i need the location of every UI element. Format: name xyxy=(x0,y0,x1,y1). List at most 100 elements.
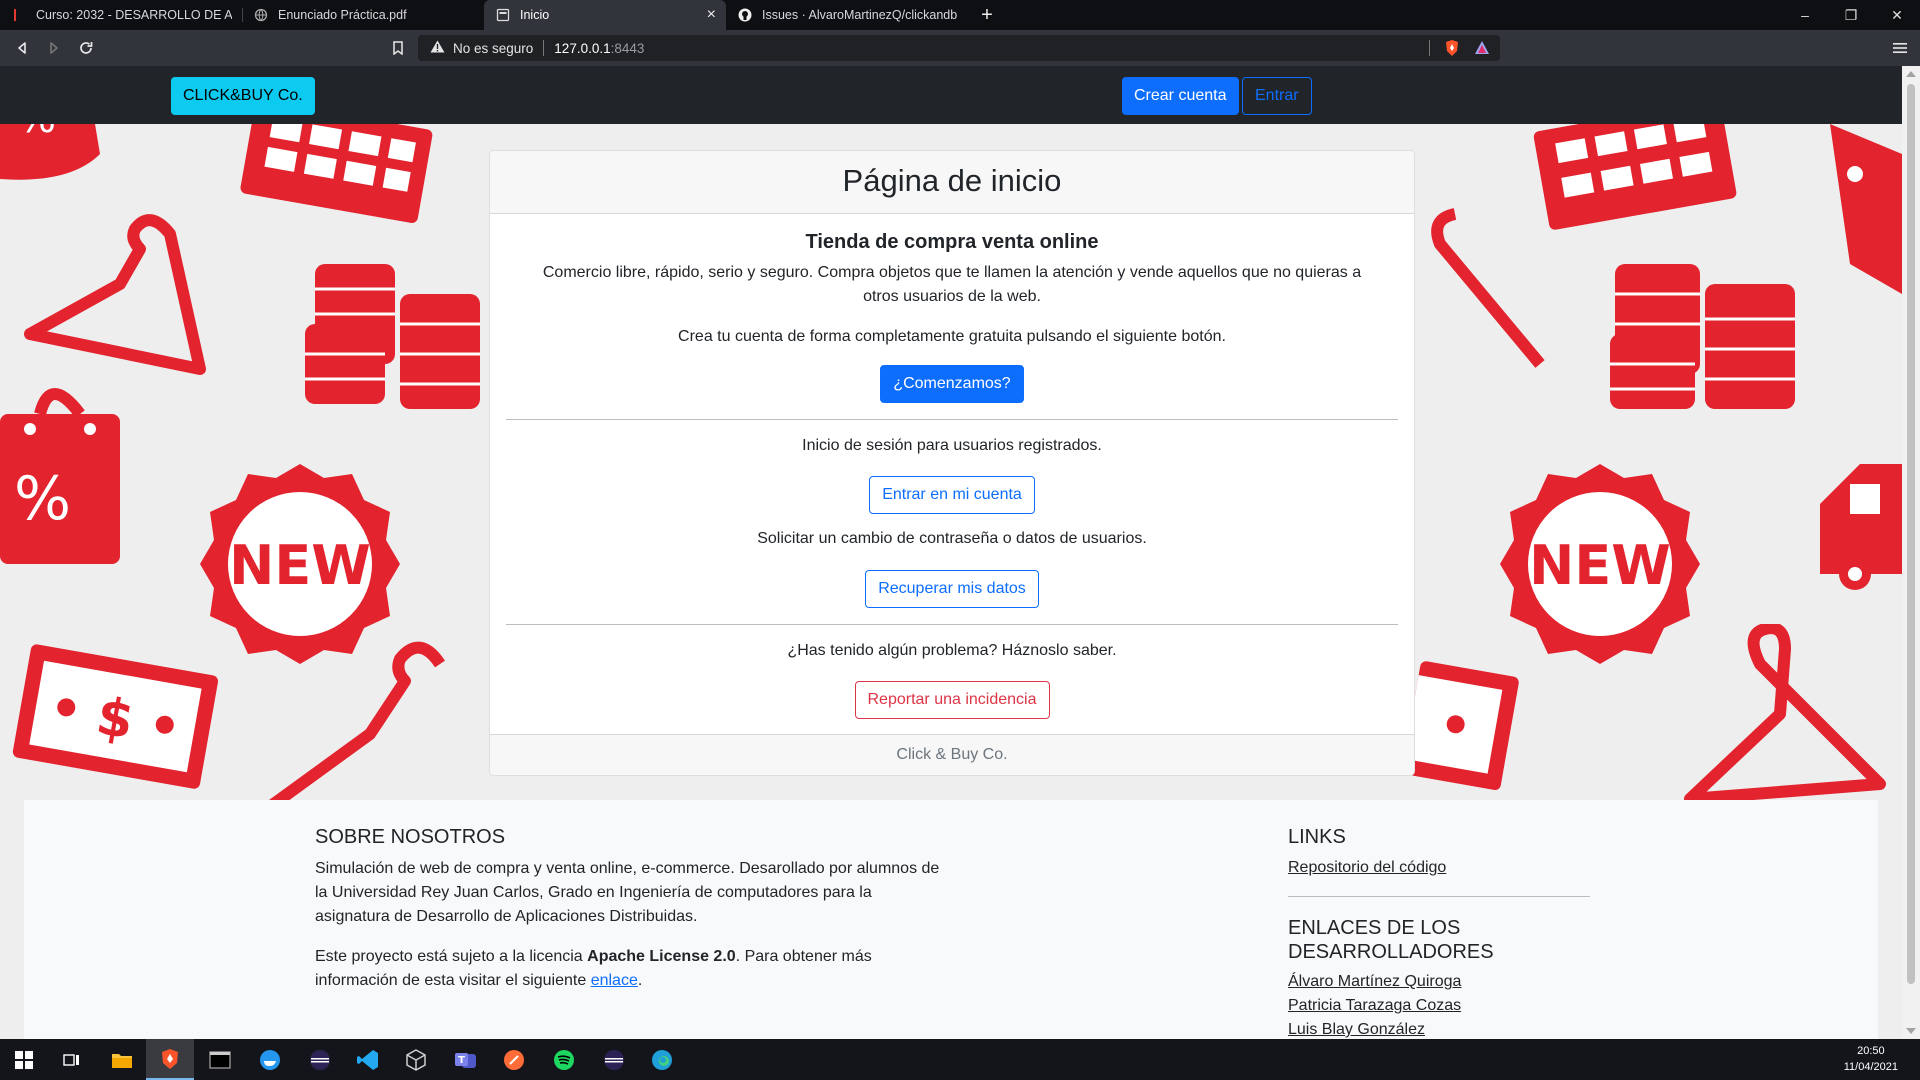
url-host: 127.0.0.1 xyxy=(554,40,611,56)
bookmark-icon[interactable] xyxy=(388,38,408,58)
links-title: LINKS xyxy=(1288,826,1346,848)
price-tag-icon xyxy=(1830,124,1902,294)
back-icon[interactable] xyxy=(12,38,32,58)
system-clock[interactable]: 20:50 11/04/2021 xyxy=(1844,1043,1898,1075)
forward-icon[interactable] xyxy=(44,38,64,58)
svg-text:%: % xyxy=(18,124,56,142)
brave-shield-icon[interactable] xyxy=(1444,39,1460,60)
scroll-down-icon[interactable] xyxy=(1906,1028,1916,1034)
spotify-icon[interactable] xyxy=(540,1039,588,1080)
brave-browser-icon[interactable] xyxy=(146,1039,194,1080)
hanger-icon xyxy=(1684,624,1886,805)
login-text: Inicio de sesión para usuarios registrad… xyxy=(802,437,1102,454)
grid-icon xyxy=(240,124,433,223)
dev-link[interactable]: Álvaro Martínez Quiroga xyxy=(1288,973,1461,991)
recover-data-button[interactable]: Recuperar mis datos xyxy=(865,570,1039,608)
file-explorer-icon[interactable] xyxy=(98,1039,146,1080)
teams-icon[interactable]: T xyxy=(442,1039,490,1080)
scroll-up-icon[interactable] xyxy=(1906,71,1916,77)
home-card: Página de inicio Tienda de compra venta … xyxy=(489,150,1415,776)
security-label: No es seguro xyxy=(453,40,534,56)
window-controls: – ❐ ✕ xyxy=(1782,0,1920,30)
task-view-icon[interactable] xyxy=(48,1039,96,1080)
brave-rewards-icon[interactable] xyxy=(1474,40,1490,58)
license-name: Apache License 2.0 xyxy=(587,948,736,965)
tab-issues[interactable]: Issues · AlvaroMartinezQ/clickandbuy xyxy=(726,0,968,30)
coins-icon xyxy=(1610,264,1795,409)
minimize-icon[interactable]: – xyxy=(1782,0,1828,30)
license-link[interactable]: enlace xyxy=(591,972,638,989)
page-icon xyxy=(496,8,510,22)
grid-icon xyxy=(1533,124,1737,230)
links-divider xyxy=(1288,896,1590,897)
store-description: Comercio libre, rápido, serio y seguro. … xyxy=(542,264,1362,305)
start-button[interactable]: ¿Comenzamos? xyxy=(880,365,1024,403)
problem-text: ¿Has tenido algún problema? Háznoslo sab… xyxy=(787,642,1117,659)
windows-taskbar: T 20:50 11/04/2021 xyxy=(0,1039,1920,1080)
login-button[interactable]: Entrar xyxy=(1242,77,1312,115)
ticket-icon: $ xyxy=(12,644,219,789)
terminal-icon[interactable] xyxy=(196,1039,244,1080)
course-icon xyxy=(12,8,26,22)
brand-button[interactable]: CLICK&BUY Co. xyxy=(171,77,315,115)
dev-link[interactable]: Patricia Tarazaga Cozas xyxy=(1288,997,1461,1015)
eclipse-icon[interactable] xyxy=(296,1039,344,1080)
login-account-button[interactable]: Entrar en mi cuenta xyxy=(869,476,1035,514)
tab-course[interactable]: Curso: 2032 - DESARROLLO DE APLICACIONES xyxy=(0,0,242,30)
tab-label: Inicio xyxy=(520,8,550,22)
site-navbar: CLICK&BUY Co. Crear cuenta Entrar xyxy=(0,66,1902,124)
about-title: SOBRE NOSOTROS xyxy=(315,826,506,848)
address-bar[interactable]: No es seguro 127.0.0.1:8443 xyxy=(418,35,1500,61)
url-divider xyxy=(543,40,545,56)
browser-tab-bar: Curso: 2032 - DESARROLLO DE APLICACIONES… xyxy=(0,0,1920,30)
page-title: Página de inicio xyxy=(490,151,1414,214)
scrollbar-thumb[interactable] xyxy=(1907,84,1915,984)
coins-icon xyxy=(305,264,480,409)
url-port: :8443 xyxy=(610,40,645,56)
new-tab-button[interactable]: + xyxy=(972,0,1002,30)
eclipse-icon[interactable] xyxy=(590,1039,638,1080)
clock-time: 20:50 xyxy=(1857,1045,1885,1057)
vscode-icon[interactable] xyxy=(344,1039,392,1080)
report-issue-button[interactable]: Reportar una incidencia xyxy=(854,681,1050,719)
dev-link[interactable]: Luis Blay González xyxy=(1288,1021,1425,1039)
store-title: Tienda de compra venta online xyxy=(805,231,1099,253)
tab-enunciado[interactable]: Enunciado Práctica.pdf xyxy=(242,0,484,30)
site-footer: SOBRE NOSOTROS Simulación de web de comp… xyxy=(24,800,1878,1039)
svg-text:NEW: NEW xyxy=(229,534,371,597)
close-tab-icon[interactable]: × xyxy=(707,7,716,23)
tab-label: Curso: 2032 - DESARROLLO DE APLICACIONES xyxy=(36,8,232,22)
menu-icon[interactable] xyxy=(1890,38,1910,58)
edge-icon[interactable] xyxy=(638,1039,686,1080)
windows-start-icon[interactable] xyxy=(0,1039,48,1080)
tab-inicio[interactable]: Inicio × xyxy=(484,0,726,30)
tab-label: Issues · AlvaroMartinezQ/clickandbuy xyxy=(762,8,958,22)
postman-icon[interactable] xyxy=(490,1039,538,1080)
license-prefix: Este proyecto está sujeto a la licencia xyxy=(315,948,588,965)
svg-text:%: % xyxy=(14,464,71,534)
github-icon xyxy=(738,8,752,22)
recover-text: Solicitar un cambio de contraseña o dato… xyxy=(757,530,1147,547)
url-right-divider xyxy=(1429,40,1430,56)
reload-icon[interactable] xyxy=(76,38,96,58)
svg-text:T: T xyxy=(458,1055,465,1066)
page-scrollbar[interactable] xyxy=(1902,66,1920,1039)
price-tag-icon: % xyxy=(0,124,100,180)
tab-label: Enunciado Práctica.pdf xyxy=(278,8,407,22)
docker-icon[interactable] xyxy=(246,1039,294,1080)
virtualbox-icon[interactable] xyxy=(392,1039,440,1080)
warning-icon[interactable] xyxy=(430,40,445,56)
shopping-bag-icon: % xyxy=(0,388,120,564)
hanger-icon xyxy=(1431,208,1545,368)
repo-link[interactable]: Repositorio del código xyxy=(1288,859,1446,877)
truck-icon xyxy=(1820,464,1902,590)
create-account-text: Crea tu cuenta de forma completamente gr… xyxy=(678,328,1226,345)
svg-text:NEW: NEW xyxy=(1529,534,1671,597)
section-divider xyxy=(506,624,1398,625)
ticket-icon xyxy=(1410,661,1519,791)
license-suffix: . xyxy=(637,972,643,989)
section-divider xyxy=(506,419,1398,420)
close-window-icon[interactable]: ✕ xyxy=(1874,0,1920,30)
restore-icon[interactable]: ❐ xyxy=(1828,0,1874,30)
create-account-button[interactable]: Crear cuenta xyxy=(1122,77,1239,115)
